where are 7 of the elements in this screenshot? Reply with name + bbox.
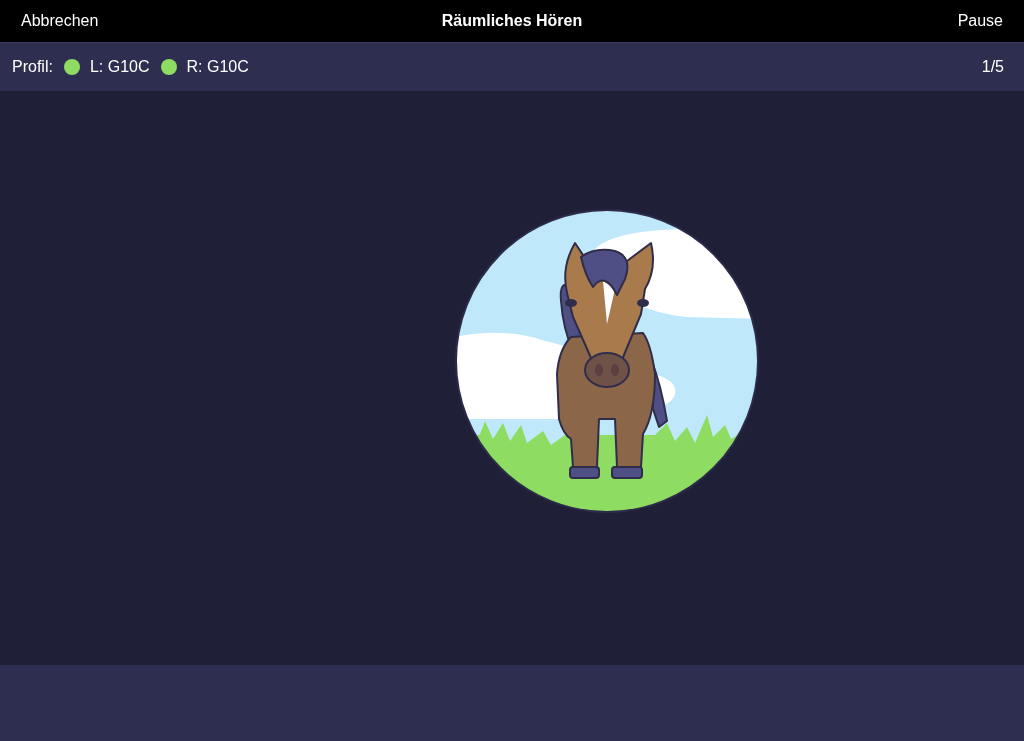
progress-counter: 1/5: [981, 58, 1004, 76]
screen-title: Räumliches Hören: [441, 12, 583, 30]
ear-profile-label: L: G10C: [89, 58, 150, 76]
profile-label: Profil:: [12, 58, 53, 76]
pause-button[interactable]: Pause: [957, 12, 1003, 30]
cancel-button[interactable]: Abbrechen: [21, 12, 99, 30]
ear-profile-label: R: G10C: [186, 58, 249, 76]
